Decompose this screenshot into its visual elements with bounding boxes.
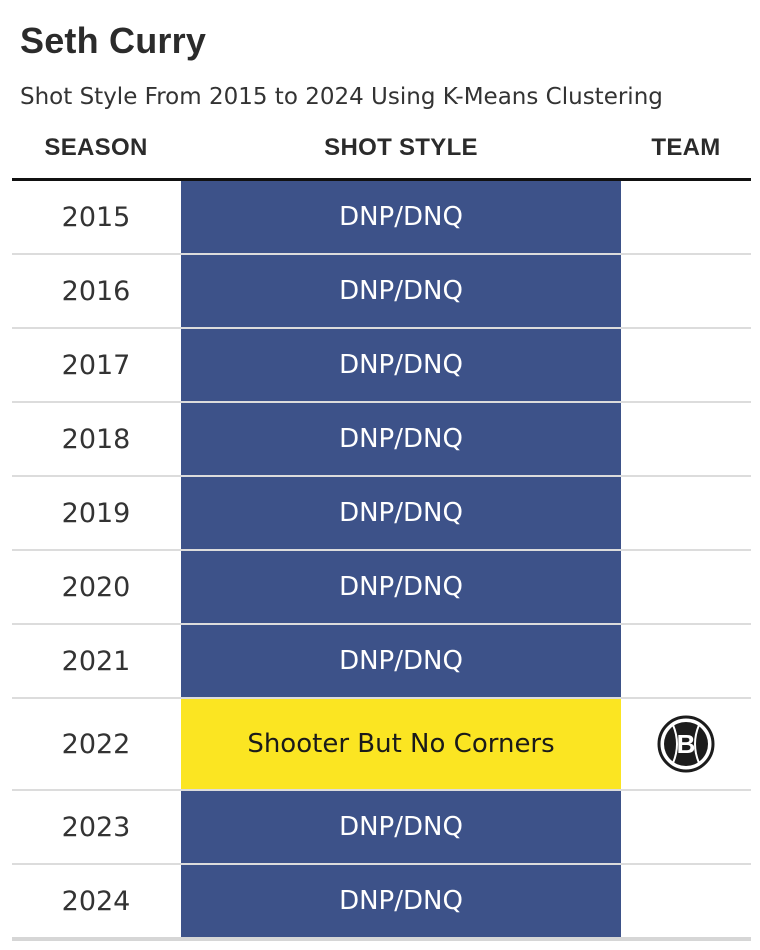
brooklyn-nets-logo-icon: B (657, 715, 715, 773)
table-row: 2015 DNP/DNQ (12, 181, 751, 255)
table-row: 2023 DNP/DNQ (12, 791, 751, 865)
team-cell (621, 329, 751, 401)
shot-style-cell: DNP/DNQ (181, 329, 621, 401)
team-cell (621, 255, 751, 327)
team-logo-letter: B (677, 729, 696, 759)
team-cell (621, 477, 751, 549)
column-header-season: SEASON (44, 134, 148, 161)
shot-style-cell: DNP/DNQ (181, 181, 621, 253)
table-row: 2024 DNP/DNQ (12, 865, 751, 939)
chart-title: Seth Curry (20, 20, 207, 61)
team-cell (621, 791, 751, 863)
team-cell (621, 403, 751, 475)
season-cell: 2024 (61, 885, 131, 917)
shot-style-cell: DNP/DNQ (181, 477, 621, 549)
shot-style-cell: DNP/DNQ (181, 255, 621, 327)
season-cell: 2021 (61, 645, 131, 677)
table-row: 2018 DNP/DNQ (12, 403, 751, 477)
team-cell (621, 551, 751, 623)
season-cell: 2019 (61, 497, 131, 529)
team-cell (621, 865, 751, 937)
table-row: 2019 DNP/DNQ (12, 477, 751, 551)
team-cell (621, 625, 751, 697)
shot-style-cell: DNP/DNQ (181, 625, 621, 697)
team-cell (621, 181, 751, 253)
season-cell: 2017 (61, 349, 131, 381)
shot-style-cell: DNP/DNQ (181, 791, 621, 863)
table-row: 2016 DNP/DNQ (12, 255, 751, 329)
table-row: 2021 DNP/DNQ (12, 625, 751, 699)
table-body: 2015 DNP/DNQ 2016 DNP/DNQ 2017 DNP/DNQ 2018 DNP… (12, 181, 751, 939)
season-cell: 2023 (61, 811, 131, 843)
table-row: 2017 DNP/DNQ (12, 329, 751, 403)
season-cell: 2018 (61, 423, 131, 455)
shot-style-cell: DNP/DNQ (181, 551, 621, 623)
chart-subtitle: Shot Style From 2015 to 2024 Using K-Mea… (20, 84, 663, 110)
season-cell: 2022 (61, 728, 131, 760)
shot-style-cell: Shooter But No Corners (181, 699, 621, 789)
column-header-team: TEAM (651, 134, 721, 161)
column-header-shot-style: SHOT STYLE (324, 134, 478, 161)
team-cell: B (621, 699, 751, 789)
season-cell: 2016 (61, 275, 131, 307)
season-cell: 2020 (61, 571, 131, 603)
table-row: 2020 DNP/DNQ (12, 551, 751, 625)
shot-style-cell: DNP/DNQ (181, 865, 621, 937)
table-bottom-border (12, 937, 751, 941)
shot-style-cell: DNP/DNQ (181, 403, 621, 475)
season-cell: 2015 (61, 201, 131, 233)
table-row: 2022 Shooter But No Corners B (12, 699, 751, 791)
